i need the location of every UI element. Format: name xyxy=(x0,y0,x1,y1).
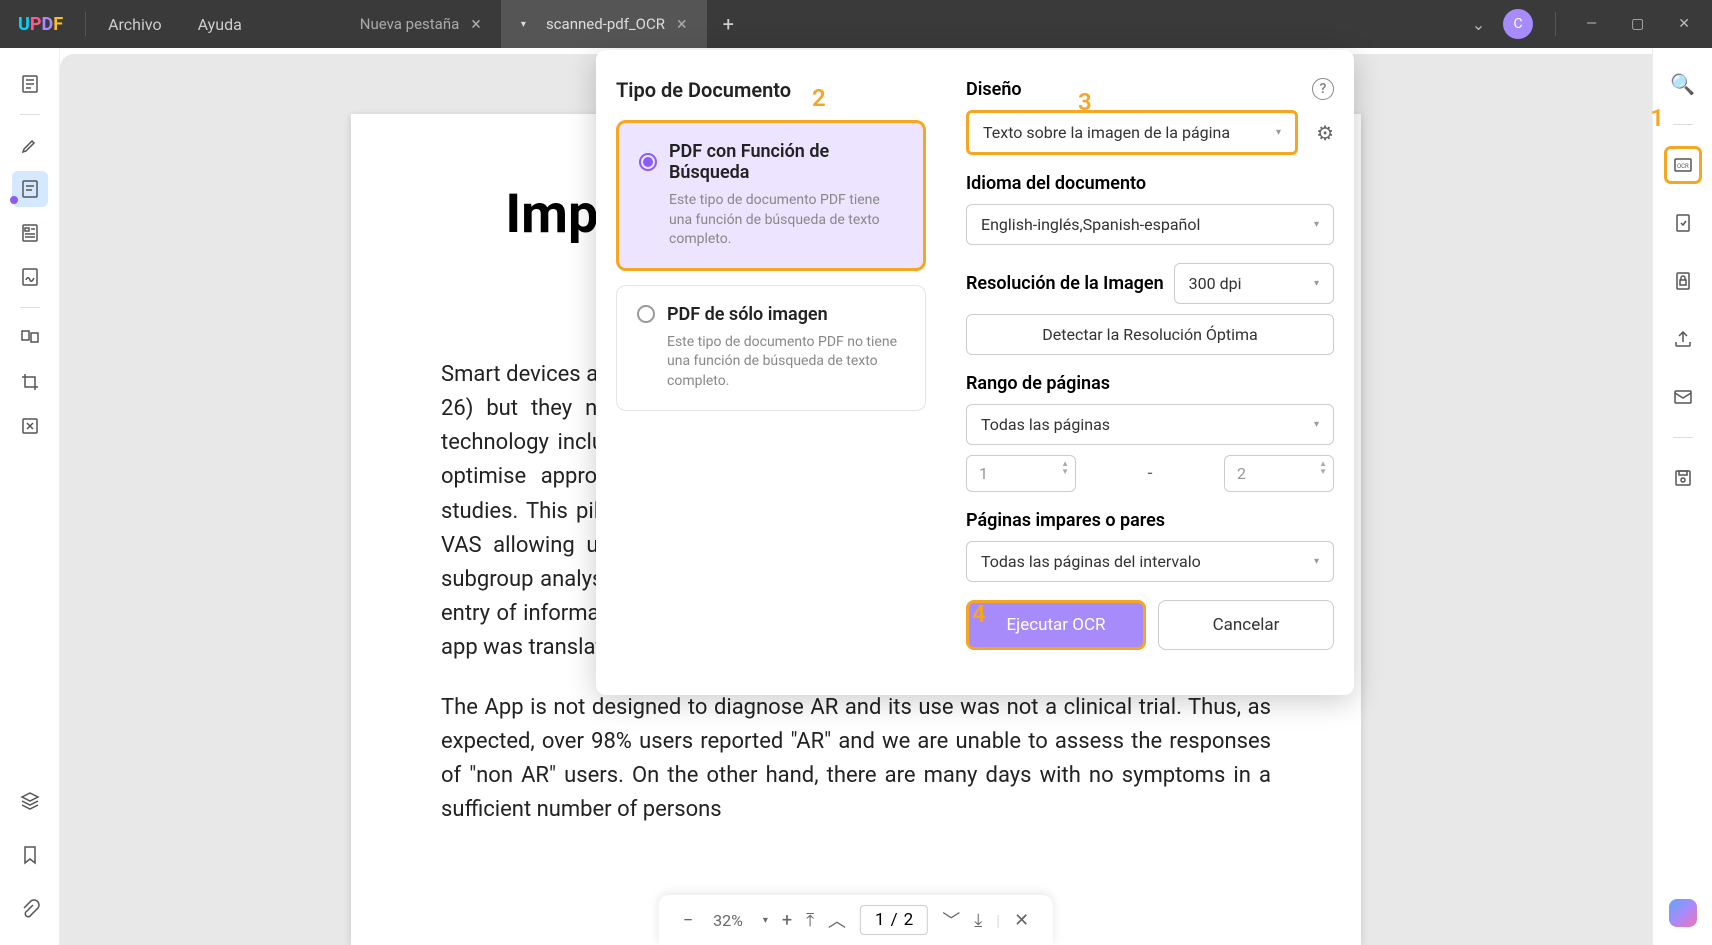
crop-tool[interactable] xyxy=(12,364,48,400)
ocr-doc-type-section: Tipo de Documento PDF con Función de Bús… xyxy=(596,50,946,695)
minimize-button[interactable]: — xyxy=(1578,16,1605,32)
card-desc: Este tipo de documento PDF tiene una fun… xyxy=(669,191,903,250)
doc-type-image-only[interactable]: PDF de sólo imagen Este tipo de document… xyxy=(616,285,926,411)
card-title: PDF de sólo imagen xyxy=(667,304,828,325)
svg-text:OCR: OCR xyxy=(1677,163,1689,170)
cancel-button[interactable]: Cancelar xyxy=(1158,600,1334,650)
maximize-button[interactable]: ▢ xyxy=(1623,16,1652,32)
first-page-button[interactable]: ⤒ xyxy=(806,910,814,931)
zoom-out-button[interactable]: − xyxy=(683,910,693,931)
layers-tool[interactable] xyxy=(12,783,48,819)
doc-type-searchable[interactable]: PDF con Función de Búsqueda Este tipo de… xyxy=(616,120,926,271)
ocr-settings-section: Diseño ? Texto sobre la imagen de la pág… xyxy=(946,50,1354,695)
user-avatar[interactable]: C xyxy=(1503,9,1533,39)
email-icon[interactable] xyxy=(1665,379,1701,415)
language-label: Idioma del documento xyxy=(966,173,1146,194)
search-icon[interactable]: 🔍 xyxy=(1665,66,1701,102)
resolution-label: Resolución de la Imagen xyxy=(966,273,1164,294)
page-indicator[interactable]: 1 / 2 xyxy=(860,905,928,935)
bottom-nav: − 32% ▾ + ⤒ ︿ 1 / 2 ﹀ ⤓ | ✕ xyxy=(659,895,1053,945)
design-label: Diseño xyxy=(966,79,1022,100)
highlighter-tool[interactable] xyxy=(12,127,48,163)
titlebar-right: ⌄ C — ▢ ✕ xyxy=(1472,9,1712,39)
annotation-1: 1 xyxy=(1650,104,1664,132)
last-page-button[interactable]: ⤓ xyxy=(974,910,982,931)
attachment-tool[interactable] xyxy=(12,891,48,927)
tabs: Nueva pestaña × ▾ scanned-pdf_OCR × + xyxy=(340,0,750,48)
bookmark-tool[interactable] xyxy=(12,837,48,873)
zoom-value[interactable]: 32% xyxy=(707,911,749,930)
gear-icon[interactable]: ⚙ xyxy=(1316,121,1334,145)
divider xyxy=(85,12,86,36)
indicator-dot xyxy=(10,196,18,204)
ocr-button[interactable]: OCR xyxy=(1665,147,1701,183)
divider xyxy=(1555,12,1556,36)
language-select[interactable]: English-inglés,Spanish-español▾ xyxy=(966,204,1334,245)
annotation-2: 2 xyxy=(812,84,826,112)
odd-even-select[interactable]: Todas las páginas del intervalo▾ xyxy=(966,541,1334,582)
execute-ocr-button[interactable]: Ejecutar OCR xyxy=(966,600,1146,650)
share-icon[interactable] xyxy=(1665,321,1701,357)
menu-ayuda[interactable]: Ayuda xyxy=(180,15,260,34)
close-icon[interactable]: × xyxy=(677,14,687,35)
convert-icon[interactable] xyxy=(1665,205,1701,241)
next-page-button[interactable]: ﹀ xyxy=(942,907,960,933)
card-title: PDF con Función de Búsqueda xyxy=(669,141,903,183)
divider xyxy=(20,114,40,115)
tab-label: scanned-pdf_OCR xyxy=(546,15,665,33)
close-nav-button[interactable]: ✕ xyxy=(1014,910,1029,931)
ocr-panel: Tipo de Documento PDF con Función de Bús… xyxy=(596,50,1354,695)
menu-archivo[interactable]: Archivo xyxy=(90,15,180,34)
sidebar-left xyxy=(0,48,60,945)
divider xyxy=(20,307,40,308)
zoom-dropdown[interactable]: ▾ xyxy=(763,915,768,926)
tab-label: Nueva pestaña xyxy=(360,15,460,33)
organize-tool[interactable] xyxy=(12,320,48,356)
range-from-input[interactable]: 1▲▼ xyxy=(966,455,1076,492)
radio-icon xyxy=(639,153,657,171)
page-range-label: Rango de páginas xyxy=(966,373,1110,394)
range-to-input[interactable]: 2▲▼ xyxy=(1224,455,1334,492)
help-icon[interactable]: ? xyxy=(1312,78,1334,100)
chevron-down-icon[interactable]: ▾ xyxy=(521,19,526,30)
titlebar: UPDF Archivo Ayuda Nueva pestaña × ▾ sca… xyxy=(0,0,1712,48)
annotation-4: 4 xyxy=(972,600,986,628)
paragraph: The App is not designed to diagnose AR a… xyxy=(441,691,1271,827)
annotation-3: 3 xyxy=(1078,88,1092,116)
signature-tool[interactable] xyxy=(12,259,48,295)
reader-tool[interactable] xyxy=(12,66,48,102)
page-range-select[interactable]: Todas las páginas▾ xyxy=(966,404,1334,445)
app-logo: UPDF xyxy=(0,14,81,35)
divider xyxy=(1673,124,1693,125)
protect-icon[interactable] xyxy=(1665,263,1701,299)
add-tab-button[interactable]: + xyxy=(707,0,750,48)
divider xyxy=(1673,437,1693,438)
design-select[interactable]: Texto sobre la imagen de la página▾ xyxy=(966,110,1298,155)
zoom-in-button[interactable]: + xyxy=(782,910,792,931)
sidebar-right: 🔍 OCR xyxy=(1652,48,1712,945)
close-button[interactable]: ✕ xyxy=(1670,16,1698,32)
chevron-down-icon[interactable]: ⌄ xyxy=(1472,15,1485,34)
radio-icon xyxy=(637,305,655,323)
odd-even-label: Páginas impares o pares xyxy=(966,510,1165,531)
card-desc: Este tipo de documento PDF no tiene una … xyxy=(667,333,905,392)
detect-resolution-button[interactable]: Detectar la Resolución Óptima xyxy=(966,314,1334,355)
form-tool[interactable] xyxy=(12,215,48,251)
save-icon[interactable] xyxy=(1665,460,1701,496)
range-dash: - xyxy=(1148,463,1153,484)
close-icon[interactable]: × xyxy=(471,14,481,35)
ai-assistant-button[interactable] xyxy=(1669,899,1697,927)
tab-nueva-pestana[interactable]: Nueva pestaña × xyxy=(340,0,501,48)
prev-page-button[interactable]: ︿ xyxy=(828,907,846,933)
tab-scanned-pdf[interactable]: ▾ scanned-pdf_OCR × xyxy=(501,0,707,48)
resolution-select[interactable]: 300 dpi▾ xyxy=(1174,263,1334,304)
compress-tool[interactable] xyxy=(12,408,48,444)
doc-type-title: Tipo de Documento xyxy=(616,78,926,102)
